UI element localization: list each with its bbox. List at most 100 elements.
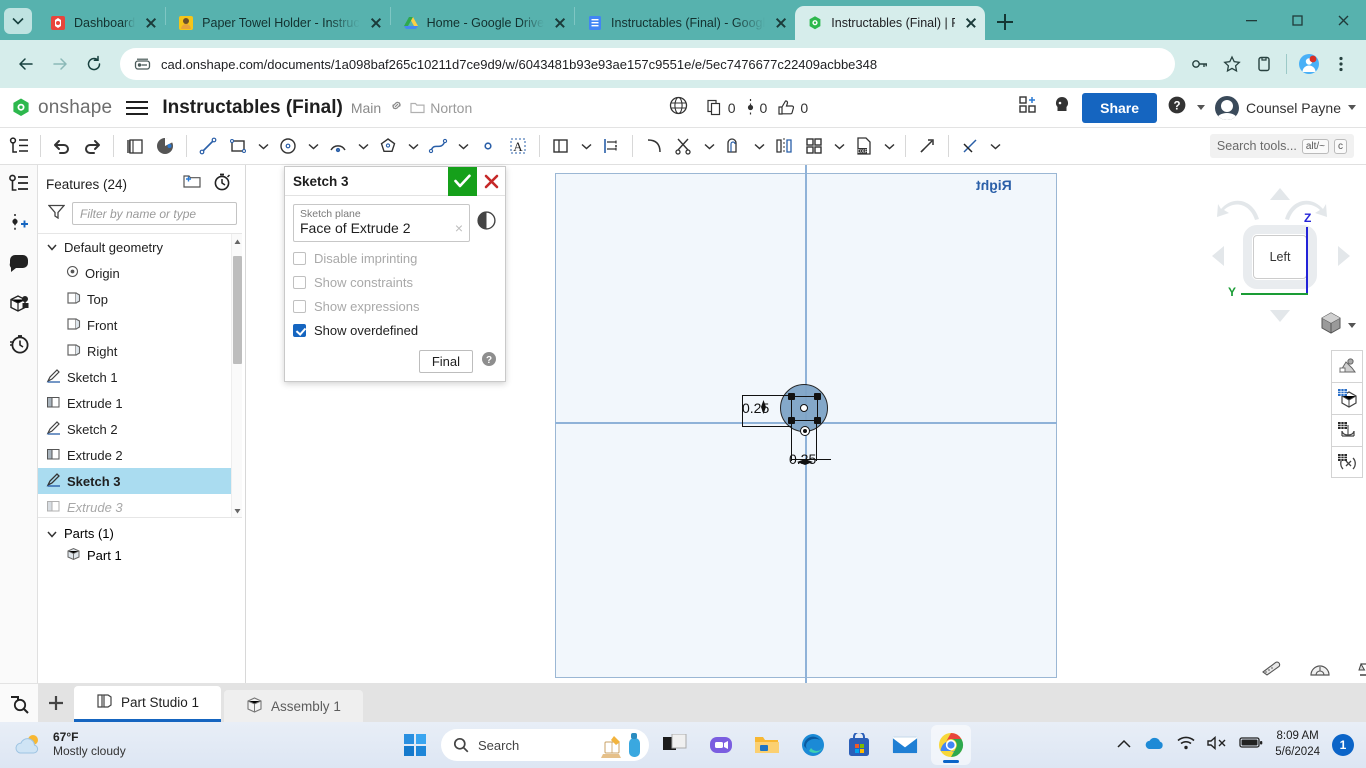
close-icon[interactable]: [368, 15, 384, 31]
copy-paste-icon[interactable]: [120, 131, 150, 161]
scroll-down-arrow-icon[interactable]: [233, 503, 242, 517]
checkbox[interactable]: [293, 324, 306, 337]
tree-group-default-geometry[interactable]: Default geometry: [38, 234, 242, 260]
checkbox[interactable]: [293, 300, 306, 313]
tree-item-origin[interactable]: Origin: [38, 260, 242, 286]
share-button[interactable]: Share: [1082, 92, 1158, 123]
mail-button[interactable]: [885, 725, 925, 765]
pattern-chevron-down-icon[interactable]: [829, 131, 849, 161]
browser-tab-2[interactable]: Home - Google Drive: [391, 6, 574, 40]
close-icon[interactable]: [552, 15, 568, 31]
reload-button[interactable]: [78, 48, 110, 80]
feature-list-toggle-icon[interactable]: [4, 131, 34, 161]
chrome-menu-icon[interactable]: [1326, 49, 1356, 79]
tree-item-top[interactable]: Top: [38, 286, 242, 312]
search-tools-box[interactable]: Search tools... alt/~ c: [1209, 134, 1354, 158]
pattern-icon[interactable]: [799, 131, 829, 161]
section-view-icon[interactable]: [1331, 414, 1363, 446]
filter-input[interactable]: Filter by name or type: [72, 202, 237, 225]
offset-chevron-down-icon[interactable]: [749, 131, 769, 161]
back-button[interactable]: [10, 48, 42, 80]
circle-chevron-down-icon[interactable]: [303, 131, 323, 161]
polygon-chevron-down-icon[interactable]: [403, 131, 423, 161]
tree-item-front[interactable]: Front: [38, 312, 242, 338]
sketch-dialog[interactable]: Sketch 3 Sketch plane Face of Extrude 2 …: [284, 166, 506, 382]
edge-button[interactable]: [793, 725, 833, 765]
browser-tab-3[interactable]: Instructables (Final) - Googl: [575, 6, 795, 40]
close-icon[interactable]: [143, 15, 159, 31]
text-icon[interactable]: A: [503, 131, 533, 161]
main-menu-button[interactable]: [124, 95, 150, 121]
trim-icon[interactable]: [669, 131, 699, 161]
help-icon[interactable]: ?: [481, 351, 497, 372]
circle-icon[interactable]: [273, 131, 303, 161]
tree-item-extrude-3[interactable]: Extrude 3: [38, 494, 242, 517]
constraint-chevron-down-icon[interactable]: [985, 131, 1005, 161]
arc-chevron-down-icon[interactable]: [353, 131, 373, 161]
folder-breadcrumb[interactable]: Norton: [410, 100, 472, 116]
tree-item-sketch-2[interactable]: Sketch 2: [38, 416, 242, 442]
browser-tab-0[interactable]: Dashboard: [38, 6, 165, 40]
volume-muted-icon[interactable]: [1207, 735, 1227, 755]
globe-icon[interactable]: [669, 96, 688, 120]
profile-avatar[interactable]: [1294, 49, 1324, 79]
view-up-arrow-icon[interactable]: [1269, 187, 1291, 206]
app-store-grid-icon[interactable]: [1018, 95, 1038, 120]
store-button[interactable]: [839, 725, 879, 765]
tree-item-right[interactable]: Right: [38, 338, 242, 364]
tab-search-icon[interactable]: [0, 684, 38, 722]
minimize-button[interactable]: [1228, 0, 1274, 40]
onedrive-icon[interactable]: [1143, 736, 1165, 755]
add-tab-button[interactable]: [38, 684, 74, 722]
transform-icon[interactable]: [912, 131, 942, 161]
chrome-button[interactable]: [931, 725, 971, 765]
sketch-plane-history-icon[interactable]: [476, 204, 497, 236]
tree-item-extrude-1[interactable]: Extrude 1: [38, 390, 242, 416]
search-input[interactable]: Search: [441, 729, 649, 761]
copies-stat[interactable]: 0: [706, 99, 736, 116]
part-item-part-1[interactable]: Part 1: [38, 541, 245, 564]
rectangle-icon[interactable]: [223, 131, 253, 161]
view-orientation-cube-icon[interactable]: [1319, 311, 1343, 340]
history-icon[interactable]: [6, 331, 32, 357]
undo-icon[interactable]: [47, 131, 77, 161]
final-button[interactable]: Final: [418, 350, 473, 373]
likes-stat[interactable]: 0: [777, 99, 808, 116]
arc-icon[interactable]: [323, 131, 353, 161]
task-view-button[interactable]: [655, 725, 695, 765]
close-icon[interactable]: [773, 15, 789, 31]
feature-tree-scrollbar[interactable]: [231, 234, 242, 517]
user-menu[interactable]: Counsel Payne: [1215, 95, 1356, 120]
parts-section-header[interactable]: Parts (1): [38, 518, 245, 541]
branch-label[interactable]: Main: [351, 100, 381, 116]
checkbox[interactable]: [293, 276, 306, 289]
view-down-arrow-icon[interactable]: [1269, 309, 1291, 328]
onshape-logo[interactable]: onshape: [10, 97, 112, 119]
constraint-icon[interactable]: [955, 131, 985, 161]
trim-chevron-down-icon[interactable]: [699, 131, 719, 161]
parts-visibility-icon[interactable]: [6, 291, 32, 317]
spline-icon[interactable]: [423, 131, 453, 161]
file-explorer-button[interactable]: [747, 725, 787, 765]
angle-icon[interactable]: [1309, 660, 1331, 683]
view-cube[interactable]: Left Z Y: [1201, 175, 1361, 335]
filter-icon[interactable]: [47, 204, 66, 224]
view-left-arrow-icon[interactable]: [1211, 245, 1225, 272]
chevron-down-icon[interactable]: [46, 528, 58, 540]
fillet-icon[interactable]: [639, 131, 669, 161]
option-show-constraints[interactable]: Show constraints: [293, 275, 497, 290]
learning-center-icon[interactable]: [1052, 95, 1072, 120]
chat-button[interactable]: [701, 725, 741, 765]
spline-chevron-down-icon[interactable]: [453, 131, 473, 161]
sketch-color-icon[interactable]: [150, 131, 180, 161]
help-icon[interactable]: ?: [1167, 95, 1187, 120]
feature-list-icon[interactable]: [6, 171, 32, 197]
browser-tab-4[interactable]: Instructables (Final) | Part Stu: [795, 6, 986, 40]
browser-tab-1[interactable]: Paper Towel Holder - Instruc: [166, 6, 389, 40]
close-window-button[interactable]: [1320, 0, 1366, 40]
chevron-up-icon[interactable]: [1117, 736, 1131, 754]
help-chevron-down-icon[interactable]: [1197, 105, 1206, 110]
scrollbar-thumb[interactable]: [233, 256, 242, 364]
notification-badge[interactable]: 1: [1332, 734, 1354, 756]
dxf-chevron-down-icon[interactable]: [879, 131, 899, 161]
